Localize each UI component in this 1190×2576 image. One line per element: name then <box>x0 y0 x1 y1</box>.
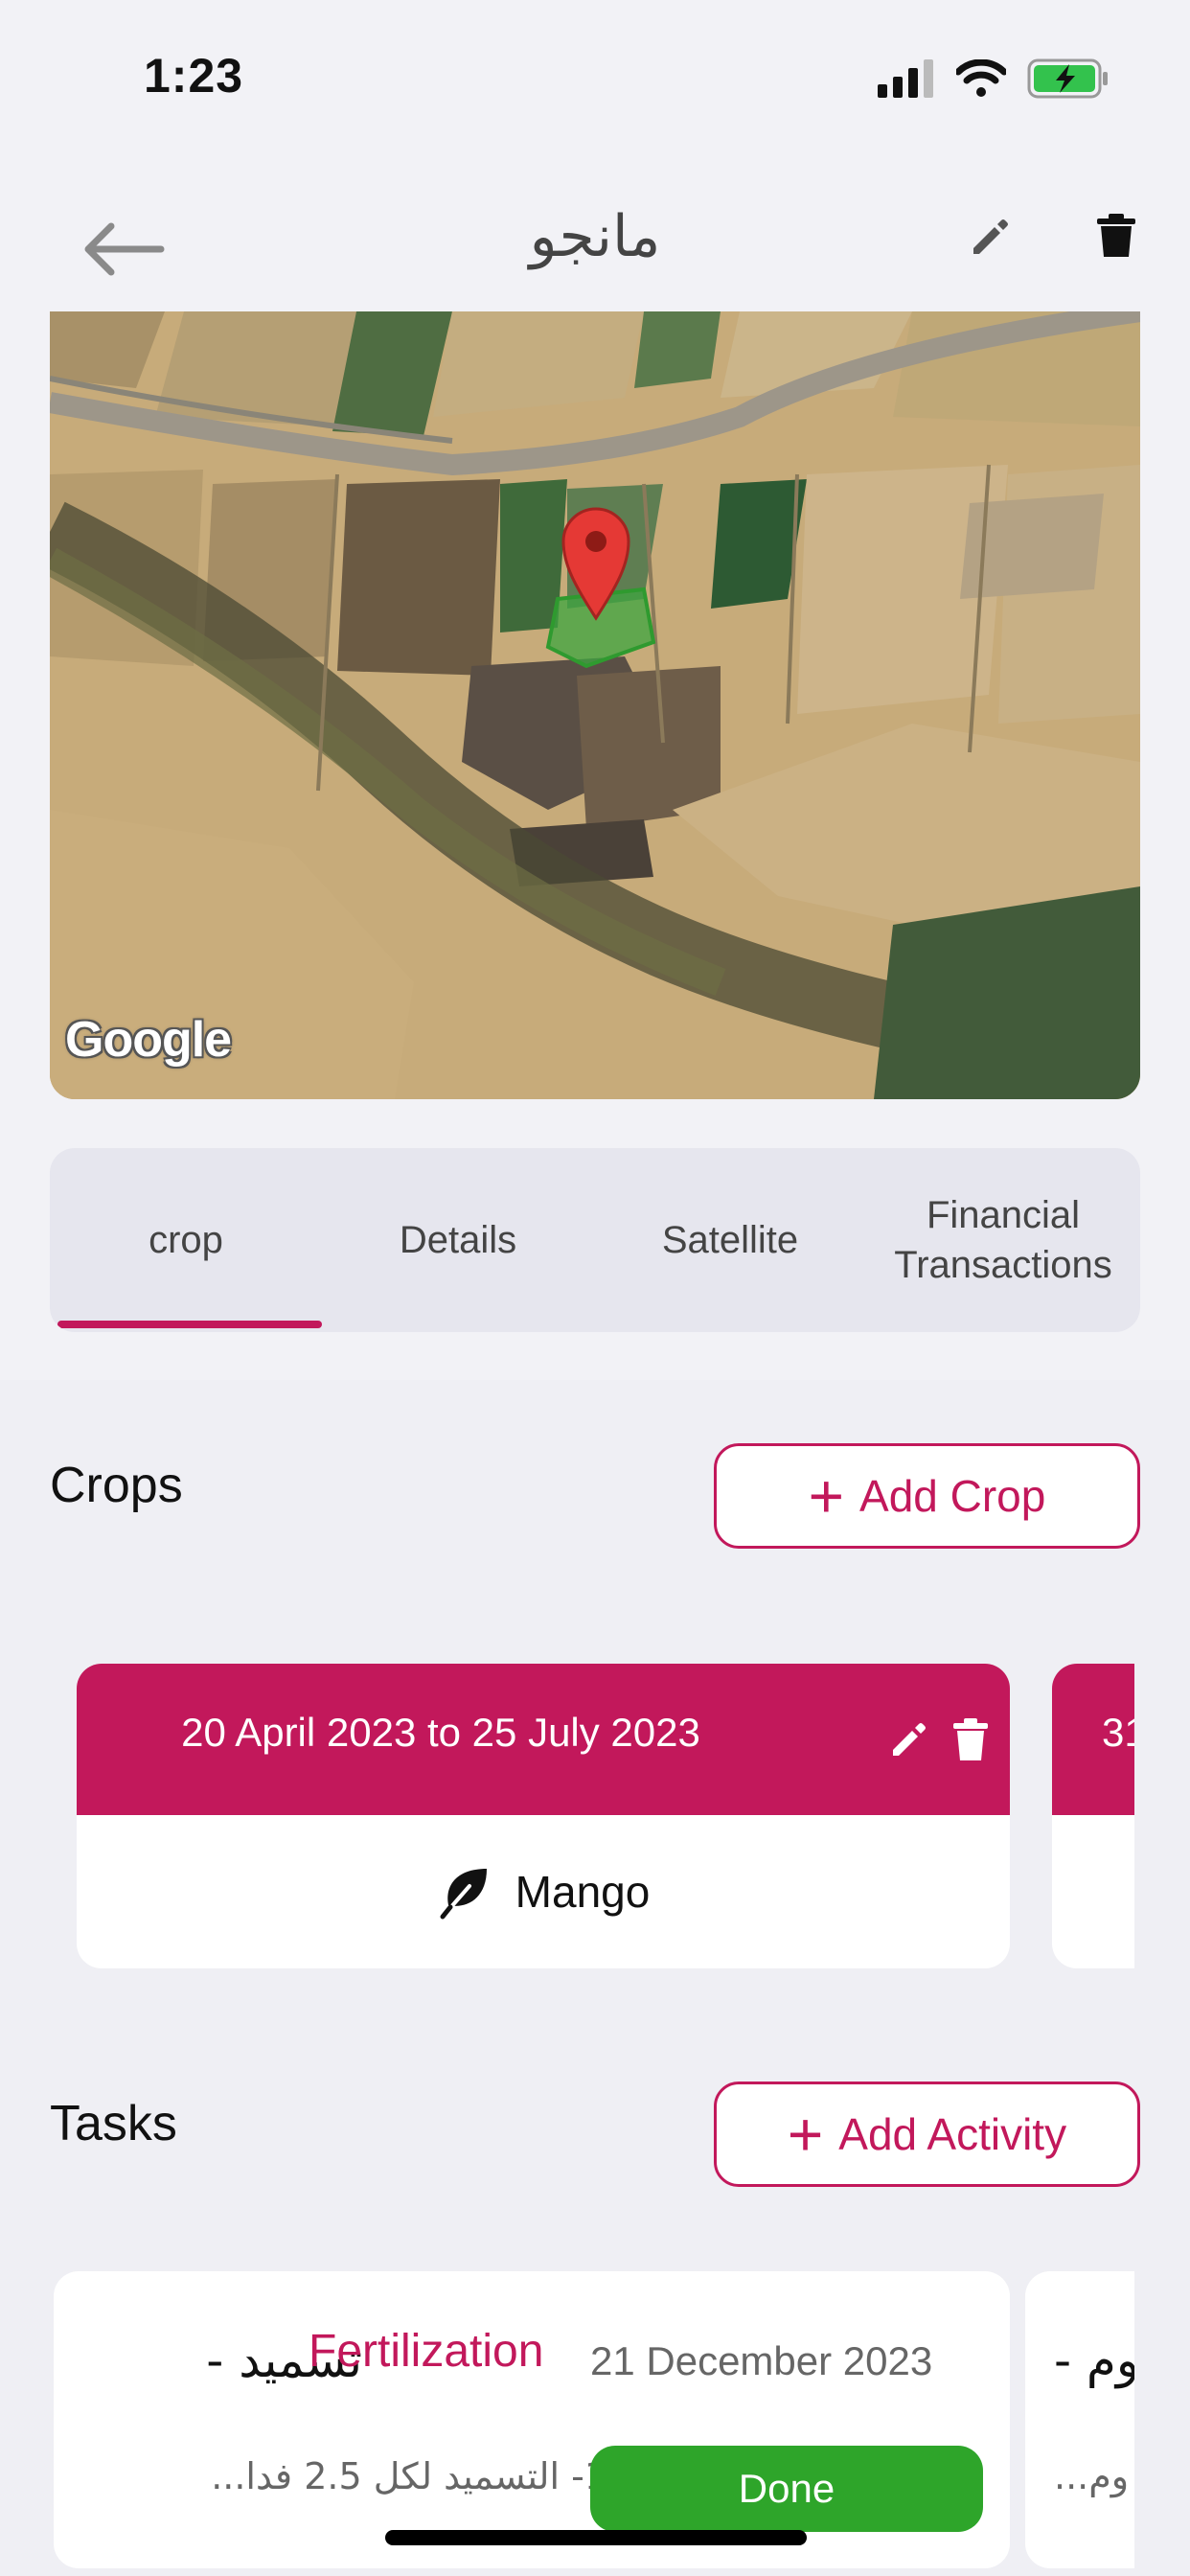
crop-card-header: 20 April 2023 to 25 July 2023 <box>77 1664 1010 1815</box>
edit-pencil-icon[interactable] <box>968 214 1014 260</box>
map-imagery <box>50 311 1140 1099</box>
task-card-next-description: وم... <box>1054 2455 1130 2497</box>
crop-name-row: Mango <box>77 1815 1010 1968</box>
battery-charging-icon <box>1027 58 1108 99</box>
carousel-edge <box>1134 2242 1190 2576</box>
plus-icon: + <box>787 2100 824 2169</box>
crop-date-range: 20 April 2023 to 25 July 2023 <box>181 1710 700 1755</box>
crop-name: Mango <box>515 1867 651 1917</box>
task-date: 21 December 2023 <box>590 2338 933 2383</box>
crops-section-title: Crops <box>50 1458 183 1513</box>
tab-details[interactable]: Details <box>322 1148 594 1332</box>
tab-crop[interactable]: crop <box>50 1148 322 1332</box>
edit-crop-icon[interactable] <box>889 1719 929 1760</box>
plus-icon: + <box>808 1461 845 1530</box>
status-icons <box>878 56 1110 102</box>
carousel-edge <box>1134 1629 1190 2012</box>
crop-card[interactable]: 20 April 2023 to 25 July 2023 Mango <box>77 1664 1010 1968</box>
add-crop-button[interactable]: + Add Crop <box>714 1443 1140 1549</box>
status-time: 1:23 <box>144 49 244 103</box>
tab-satellite[interactable]: Satellite <box>594 1148 866 1332</box>
task-card-next-title: وم - <box>1054 2333 1140 2388</box>
satellite-map[interactable]: Google <box>50 311 1140 1099</box>
task-description: 1- التسميد لكل 2.5 فدا... <box>211 2455 607 2497</box>
task-type: Fertilization <box>309 2326 544 2377</box>
wifi-icon <box>956 59 1006 97</box>
delete-crop-icon[interactable] <box>952 1717 989 1761</box>
task-card[interactable]: تسميد - Fertilization 21 December 2023 1… <box>54 2271 1010 2568</box>
google-attribution: Google <box>65 1012 232 1068</box>
trash-icon[interactable] <box>1095 213 1137 259</box>
app-header: مانجو <box>0 144 1190 311</box>
tab-financial-transactions[interactable]: Financial Transactions <box>866 1148 1140 1332</box>
tasks-section-title: Tasks <box>50 2096 177 2151</box>
detail-tabs: crop Details Satellite Financial Transac… <box>50 1148 1140 1332</box>
selected-tab-indicator <box>57 1321 322 1328</box>
leaf-icon <box>440 1869 487 1920</box>
task-card-next[interactable]: وم - وم... <box>1025 2271 1140 2568</box>
cellular-signal-icon <box>878 59 933 98</box>
add-activity-button[interactable]: + Add Activity <box>714 2082 1140 2187</box>
add-crop-label: Add Crop <box>859 1471 1046 1521</box>
home-indicator[interactable] <box>385 2530 807 2545</box>
add-activity-label: Add Activity <box>838 2109 1067 2159</box>
status-bar: 1:23 <box>0 0 1190 144</box>
task-status-badge: Done <box>590 2446 983 2532</box>
